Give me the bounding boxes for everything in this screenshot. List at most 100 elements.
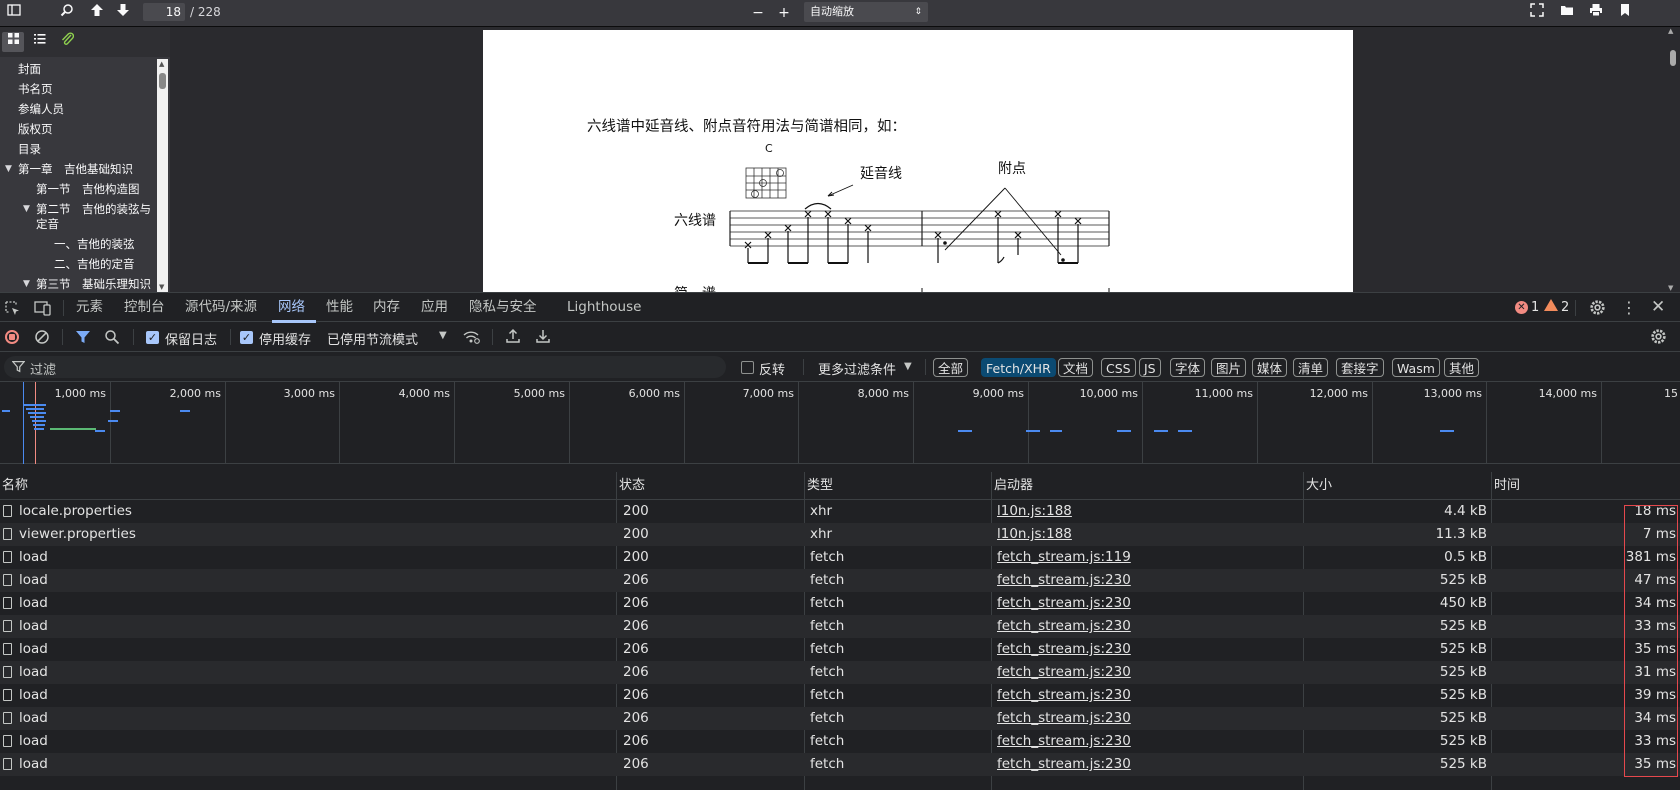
sidebar-toggle-icon[interactable] — [3, 3, 25, 23]
table-row[interactable]: load 206 fetch fetch_stream.js:230 525 kB 39 … — [0, 684, 1680, 707]
table-row[interactable]: load 206 fetch fetch_stream.js:230 525 kB 35 … — [0, 753, 1680, 776]
thumbnails-icon[interactable] — [2, 32, 24, 52]
dropdown-arrow-icon[interactable]: ▼ — [439, 330, 447, 341]
device-toolbar-icon[interactable] — [34, 300, 52, 320]
filter-chip-socket[interactable]: 套接字 — [1336, 358, 1384, 377]
more-filters-dropdown[interactable]: 更多过滤条件 — [818, 359, 896, 378]
viewer-scroll-up-icon[interactable]: ▲ — [1668, 27, 1673, 35]
outline-item[interactable]: 版权页 — [18, 122, 53, 137]
request-initiator-link[interactable]: l10n.js:188 — [997, 523, 1072, 546]
outline-scrollbar[interactable]: ▲ ▼ — [157, 59, 168, 292]
outline-item-continuation[interactable]: 定音 — [36, 217, 59, 232]
zoom-out-icon[interactable]: − — [747, 3, 769, 23]
tab-elements[interactable]: 元素 — [76, 293, 103, 323]
error-count[interactable]: 1 — [1531, 300, 1539, 315]
scroll-up-arrow-icon[interactable]: ▲ — [159, 60, 164, 68]
filter-chip-wasm[interactable]: Wasm — [1392, 358, 1440, 377]
import-har-icon[interactable] — [505, 328, 521, 348]
filter-input[interactable]: 过滤 — [4, 356, 726, 378]
request-initiator-link[interactable]: fetch_stream.js:230 — [997, 684, 1131, 707]
network-settings-gear-icon[interactable] — [1650, 328, 1667, 349]
tab-lighthouse[interactable]: Lighthouse — [567, 293, 641, 323]
zoom-in-icon[interactable]: + — [773, 3, 795, 23]
outline-item[interactable]: 第一章 吉他基础知识 — [18, 162, 133, 177]
outline-toggle-icon[interactable]: ▼ — [5, 164, 12, 174]
print-icon[interactable] — [1585, 3, 1607, 23]
zoom-select[interactable]: 自动缩放 ⇕ — [804, 2, 928, 22]
filter-chip-css[interactable]: CSS — [1101, 358, 1136, 377]
request-initiator-link[interactable]: fetch_stream.js:230 — [997, 592, 1131, 615]
column-header-time[interactable]: 时间 — [1494, 472, 1520, 500]
inspect-element-icon[interactable] — [4, 300, 20, 320]
table-row[interactable]: load 200 fetch fetch_stream.js:119 0.5 kB 381… — [0, 546, 1680, 569]
open-file-icon[interactable] — [1556, 3, 1578, 23]
request-initiator-link[interactable]: fetch_stream.js:230 — [997, 615, 1131, 638]
tab-console[interactable]: 控制台 — [124, 293, 165, 323]
viewer-scroll-thumb[interactable] — [1670, 50, 1676, 66]
filter-icon[interactable] — [75, 329, 91, 349]
outline-item[interactable]: 第二节 吉他的装弦与 — [36, 202, 151, 217]
preserve-log-label[interactable]: 保留日志 — [165, 329, 217, 348]
table-row[interactable]: load 206 fetch fetch_stream.js:230 525 kB 34 … — [0, 707, 1680, 730]
outline-item[interactable]: 第三节 基础乐理知识 — [36, 277, 151, 292]
table-row[interactable]: load 206 fetch fetch_stream.js:230 450 kB 34 … — [0, 592, 1680, 615]
outline-scroll-thumb[interactable] — [159, 73, 166, 89]
filter-chip-media[interactable]: 媒体 — [1252, 358, 1288, 377]
scroll-down-arrow-icon[interactable]: ▼ — [159, 283, 164, 291]
filter-chip-img[interactable]: 图片 — [1211, 358, 1247, 377]
tab-sources[interactable]: 源代码/来源 — [185, 293, 257, 323]
table-row[interactable]: load 206 fetch fetch_stream.js:230 525 kB 35 … — [0, 638, 1680, 661]
outline-item[interactable]: 目录 — [18, 142, 41, 157]
tab-memory[interactable]: 内存 — [373, 293, 400, 323]
request-initiator-link[interactable]: fetch_stream.js:230 — [997, 753, 1131, 776]
column-header-size[interactable]: 大小 — [1306, 472, 1332, 500]
invert-label[interactable]: 反转 — [759, 359, 785, 378]
invert-checkbox[interactable] — [741, 361, 754, 374]
tab-application[interactable]: 应用 — [421, 293, 448, 323]
previous-page-icon[interactable] — [86, 3, 108, 23]
outline-item[interactable]: 二、吉他的定音 — [54, 257, 135, 272]
disable-cache-label[interactable]: 停用缓存 — [259, 329, 311, 348]
table-row[interactable]: viewer.properties 200 xhr l10n.js:188 11.3 k… — [0, 523, 1680, 546]
viewer-scrollbar[interactable]: ▲ ▼ — [1665, 27, 1680, 292]
find-icon[interactable] — [56, 3, 78, 23]
clear-icon[interactable] — [34, 329, 50, 349]
outline-item[interactable]: 封面 — [18, 62, 41, 77]
filter-chip-doc[interactable]: 文档 — [1058, 358, 1094, 377]
request-initiator-link[interactable]: fetch_stream.js:230 — [997, 707, 1131, 730]
filter-chip-js[interactable]: JS — [1139, 358, 1161, 377]
disable-cache-checkbox[interactable]: ✓ — [240, 331, 253, 344]
request-initiator-link[interactable]: fetch_stream.js:119 — [997, 546, 1131, 569]
column-header-initiator[interactable]: 启动器 — [994, 472, 1033, 500]
request-initiator-link[interactable]: l10n.js:188 — [997, 500, 1072, 523]
column-header-status[interactable]: 状态 — [619, 472, 645, 500]
outline-toggle-icon[interactable]: ▼ — [23, 279, 30, 289]
outline-item[interactable]: 第一节 吉他构造图 — [36, 182, 140, 197]
outline-icon[interactable] — [28, 32, 50, 52]
table-row[interactable]: load 206 fetch fetch_stream.js:230 525 kB 47 … — [0, 569, 1680, 592]
presentation-mode-icon[interactable] — [1526, 3, 1548, 23]
column-header-name[interactable]: 名称 — [2, 472, 28, 500]
request-initiator-link[interactable]: fetch_stream.js:230 — [997, 569, 1131, 592]
outline-item[interactable]: 一、吉他的装弦 — [54, 237, 135, 252]
more-filters-arrow-icon[interactable]: ▼ — [904, 361, 912, 372]
tab-privacy-security[interactable]: 隐私与安全 — [469, 293, 537, 323]
error-icon[interactable]: ✕ — [1515, 301, 1528, 314]
close-devtools-icon[interactable]: ✕ — [1651, 297, 1665, 317]
request-initiator-link[interactable]: fetch_stream.js:230 — [997, 638, 1131, 661]
warning-icon[interactable] — [1544, 299, 1558, 311]
table-row[interactable]: locale.properties 200 xhr l10n.js:188 4.4 kB… — [0, 500, 1680, 523]
filter-chip-all[interactable]: 全部 — [933, 358, 969, 377]
next-page-icon[interactable] — [112, 3, 134, 23]
filter-chip-font[interactable]: 字体 — [1170, 358, 1206, 377]
record-stop-icon[interactable] — [5, 330, 19, 344]
viewer-scroll-down-icon[interactable]: ▼ — [1668, 284, 1673, 292]
page-number-input[interactable]: 18 — [143, 3, 185, 21]
throttle-select[interactable]: 已停用节流模式 — [327, 329, 418, 348]
preserve-log-checkbox[interactable]: ✓ — [146, 331, 159, 344]
tab-network[interactable]: 网络 — [278, 293, 305, 323]
filter-chip-fetch-xhr[interactable]: Fetch/XHR — [981, 358, 1056, 377]
search-icon[interactable] — [104, 329, 120, 349]
request-initiator-link[interactable]: fetch_stream.js:230 — [997, 661, 1131, 684]
column-header-type[interactable]: 类型 — [807, 472, 833, 500]
